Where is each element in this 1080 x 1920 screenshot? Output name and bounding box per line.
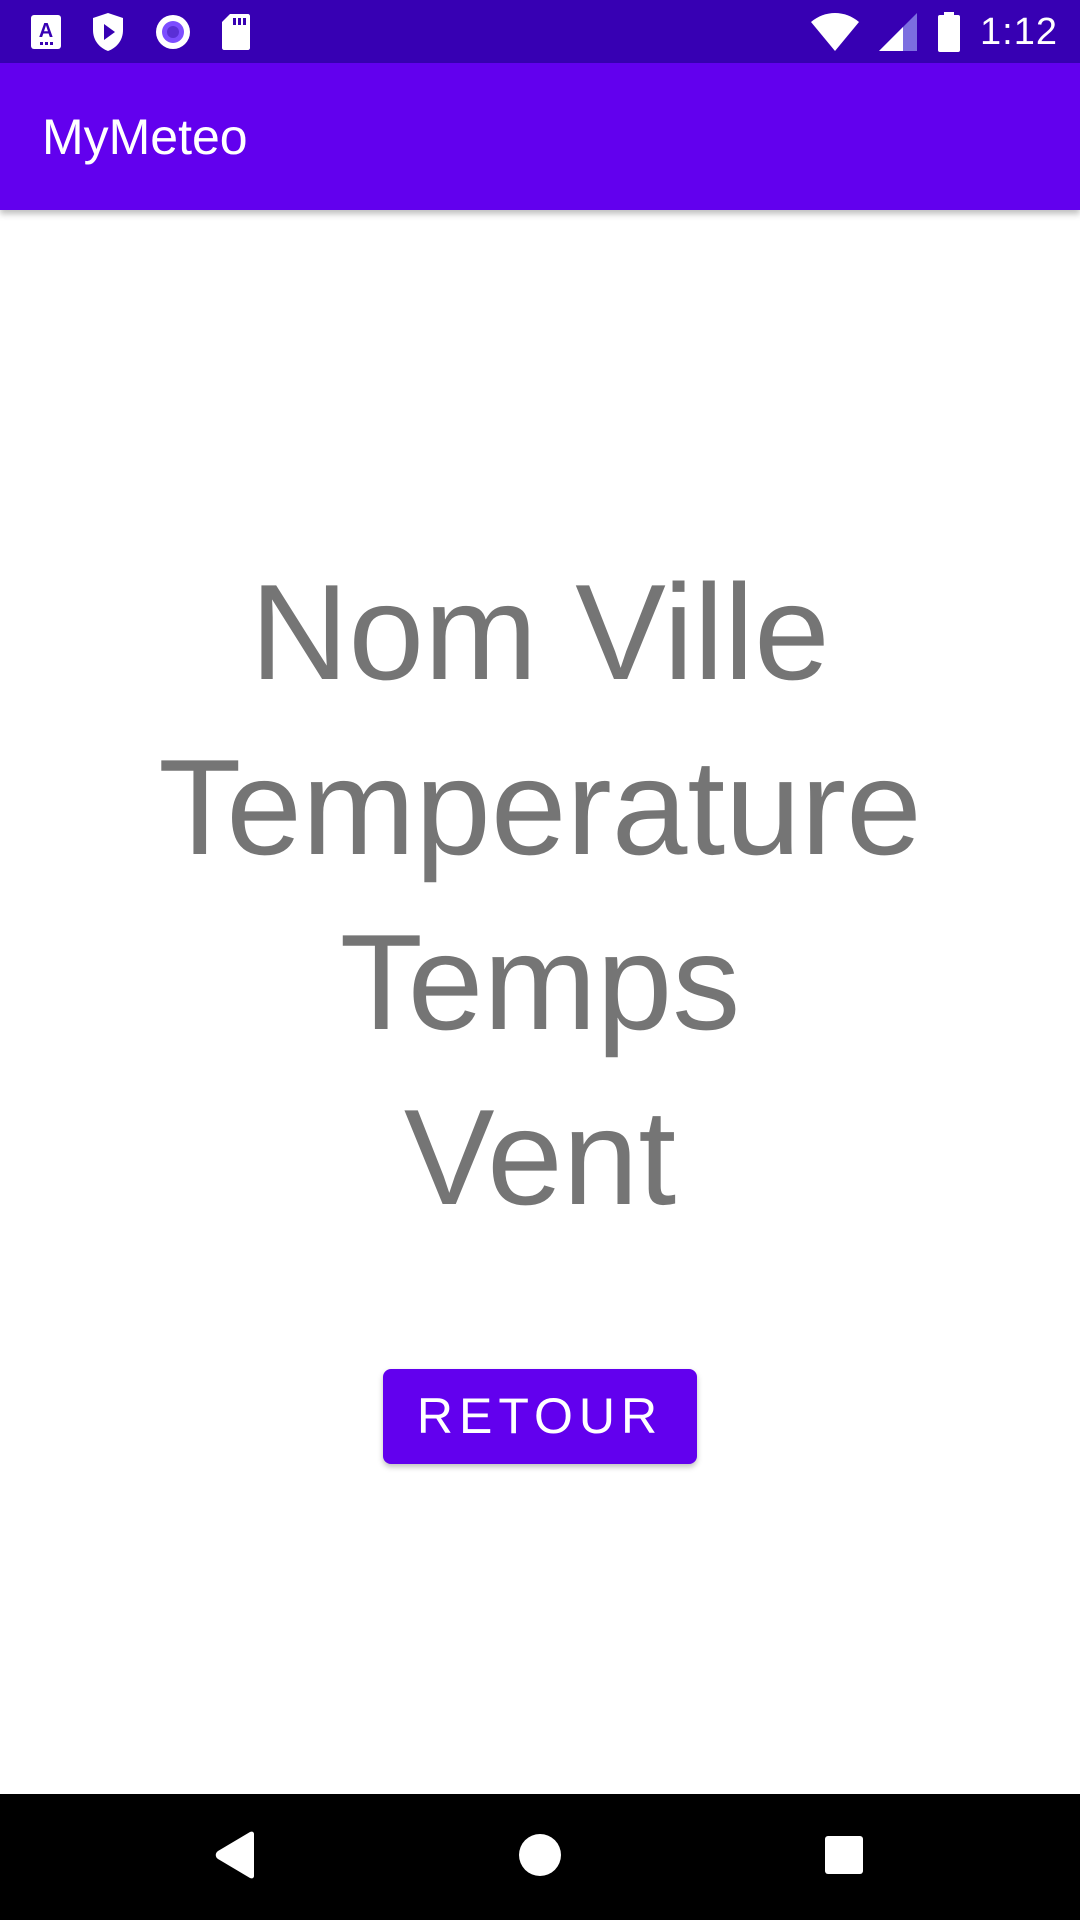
record-circle-icon bbox=[154, 13, 192, 51]
accessibility-app-icon: A bbox=[30, 14, 62, 50]
screen: A 1:12 MyMeteo Nom Ville Temperature Tem… bbox=[0, 0, 1080, 1920]
nav-back-button[interactable] bbox=[156, 1794, 316, 1920]
app-title: MyMeteo bbox=[42, 109, 248, 165]
status-clock: 1:12 bbox=[980, 10, 1058, 53]
svg-text:A: A bbox=[39, 20, 53, 42]
wind-text: Vent bbox=[403, 1081, 677, 1233]
city-name-text: Nom Ville bbox=[250, 556, 830, 708]
home-icon bbox=[518, 1833, 562, 1882]
nav-home-button[interactable] bbox=[460, 1794, 620, 1920]
cell-signal-icon bbox=[878, 12, 918, 52]
wifi-icon bbox=[810, 12, 860, 52]
system-status-icons: 1:12 bbox=[810, 10, 1058, 54]
app-bar: MyMeteo bbox=[0, 63, 1080, 210]
weather-conditions-text: Temps bbox=[339, 906, 741, 1058]
nav-recents-button[interactable] bbox=[764, 1794, 924, 1920]
sd-card-icon bbox=[221, 13, 251, 51]
status-bar: A 1:12 bbox=[0, 0, 1080, 63]
weather-info: Nom Ville Temperature Temps Vent bbox=[0, 545, 1080, 1245]
retour-button[interactable]: RETOUR bbox=[383, 1369, 697, 1464]
temperature-text: Temperature bbox=[158, 731, 922, 883]
battery-icon bbox=[936, 11, 962, 53]
back-icon bbox=[214, 1831, 258, 1884]
recents-icon bbox=[824, 1835, 864, 1880]
navigation-bar bbox=[0, 1794, 1080, 1920]
notification-icons: A bbox=[30, 12, 251, 52]
play-shield-icon bbox=[91, 12, 125, 52]
